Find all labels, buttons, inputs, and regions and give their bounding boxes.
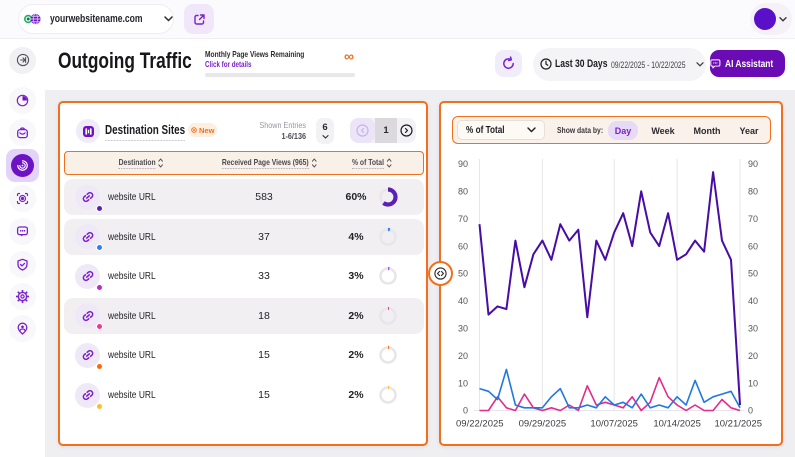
svg-text:90: 90	[458, 159, 468, 169]
svg-text:30: 30	[748, 324, 758, 334]
svg-text:20: 20	[748, 351, 758, 361]
svg-text:60: 60	[748, 241, 758, 251]
svg-text:40: 40	[748, 296, 758, 306]
svg-text:09/29/2025: 09/29/2025	[519, 419, 567, 430]
svg-text:40: 40	[458, 296, 468, 306]
svg-text:20: 20	[458, 351, 468, 361]
svg-text:10: 10	[748, 378, 758, 388]
svg-text:50: 50	[458, 269, 468, 279]
svg-text:80: 80	[458, 187, 468, 197]
svg-text:70: 70	[458, 214, 468, 224]
svg-text:30: 30	[458, 324, 468, 334]
svg-text:60: 60	[458, 241, 468, 251]
svg-text:10: 10	[458, 378, 468, 388]
svg-text:80: 80	[748, 187, 758, 197]
svg-text:70: 70	[748, 214, 758, 224]
svg-text:0: 0	[748, 406, 753, 416]
svg-text:50: 50	[748, 269, 758, 279]
svg-text:0: 0	[463, 406, 468, 416]
svg-text:90: 90	[748, 159, 758, 169]
svg-text:10/07/2025: 10/07/2025	[590, 419, 638, 430]
svg-text:10/14/2025: 10/14/2025	[653, 419, 701, 430]
svg-text:10/21/2025: 10/21/2025	[714, 419, 762, 430]
svg-text:09/22/2025: 09/22/2025	[456, 419, 504, 430]
